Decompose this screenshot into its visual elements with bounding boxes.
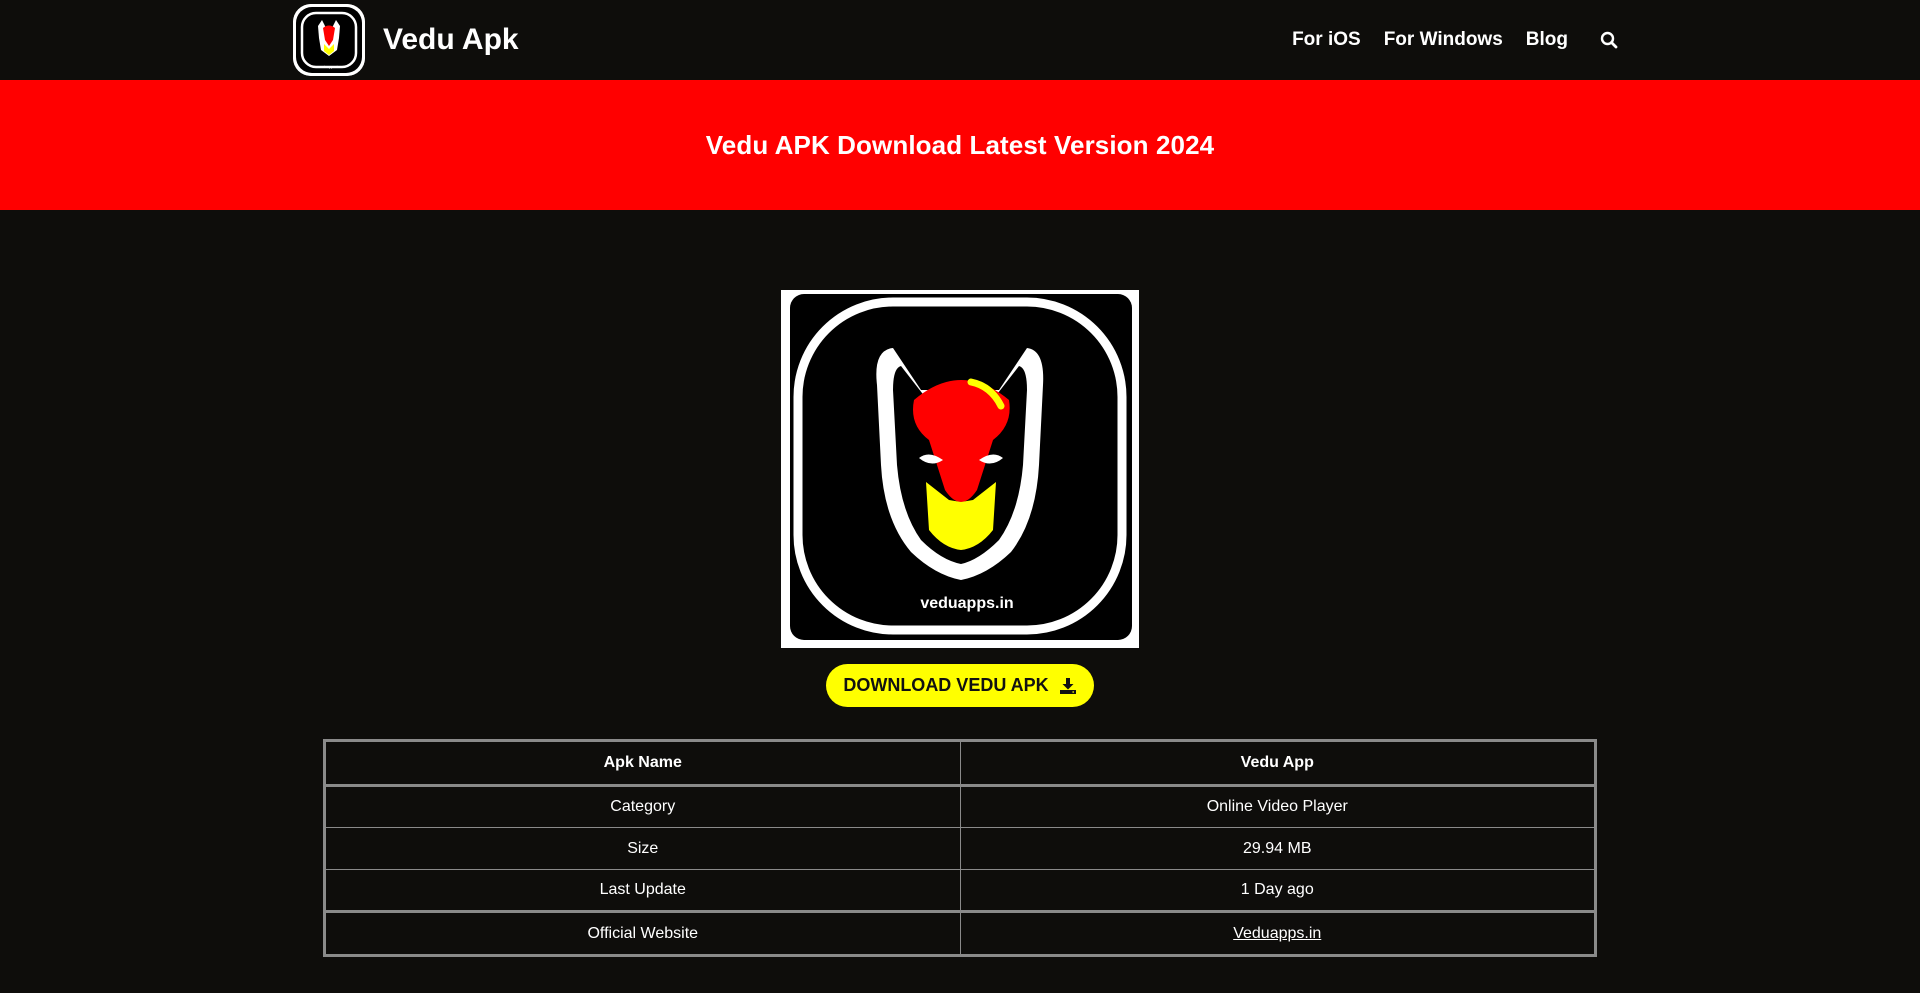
brand-link[interactable]: veduapps.in Vedu Apk — [293, 4, 519, 76]
table-cell-value: 1 Day ago — [959, 869, 1596, 912]
title-banner: Vedu APK Download Latest Version 2024 — [0, 80, 1920, 210]
table-cell-label: Size — [324, 827, 961, 870]
download-button[interactable]: DOWNLOAD VEDU APK — [826, 664, 1094, 707]
table-cell-label: Category — [324, 785, 961, 828]
table-cell-value: Veduapps.in — [959, 910, 1596, 956]
table-row: Category Online Video Player — [324, 785, 1596, 828]
download-button-label: DOWNLOAD VEDU APK — [843, 675, 1049, 695]
nav-link-windows[interactable]: For Windows — [1384, 29, 1503, 51]
search-icon[interactable] — [1598, 29, 1620, 51]
page-title: Vedu APK Download Latest Version 2024 — [705, 129, 1215, 160]
logo-caption: veduapps.in — [920, 595, 1013, 612]
app-info-table: Apk Name Vedu App Category Online Video … — [323, 739, 1597, 957]
official-website-link[interactable]: Veduapps.in — [1233, 925, 1321, 942]
table-header-row: Apk Name Vedu App — [324, 740, 1596, 787]
table-row: Last Update 1 Day ago — [324, 869, 1596, 912]
app-logo-image: veduapps.in — [781, 290, 1139, 648]
nav-link-ios[interactable]: For iOS — [1292, 29, 1361, 51]
table-cell-label: Last Update — [324, 869, 961, 912]
table-cell-label: Official Website — [324, 910, 961, 956]
site-header: veduapps.in Vedu Apk For iOS For Windows… — [0, 0, 1920, 80]
main-nav: For iOS For Windows Blog — [1292, 0, 1620, 80]
svg-text:veduapps.in: veduapps.in — [318, 64, 340, 69]
vedu-logo-icon: veduapps.in — [293, 4, 365, 76]
table-row: Official Website Veduapps.in — [324, 910, 1596, 956]
table-cell-value: Online Video Player — [959, 785, 1596, 828]
nav-link-blog[interactable]: Blog — [1526, 29, 1568, 51]
download-icon — [1059, 677, 1077, 695]
table-header-cell: Vedu App — [959, 740, 1596, 787]
table-cell-value: 29.94 MB — [959, 827, 1596, 870]
table-header-cell: Apk Name — [324, 740, 961, 787]
table-row: Size 29.94 MB — [324, 827, 1596, 870]
brand-name: Vedu Apk — [383, 23, 519, 56]
